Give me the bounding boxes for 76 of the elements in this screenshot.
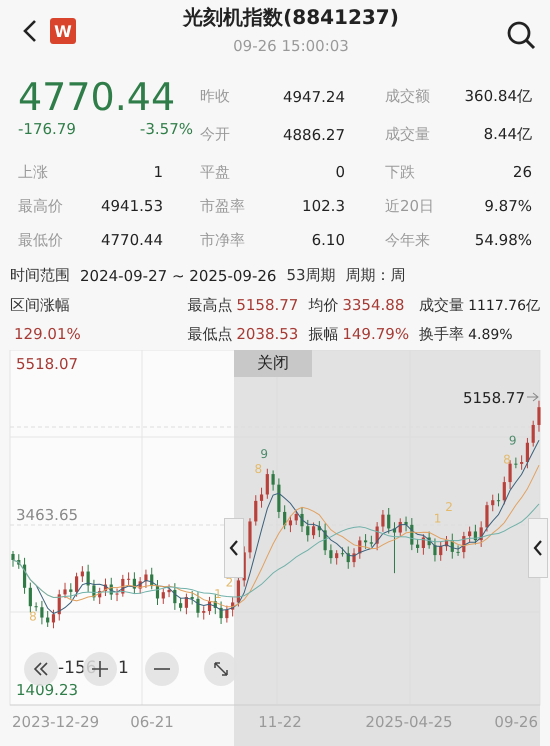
index-title: 光刻机指数(8841237) [183, 4, 399, 31]
stat-value: 1 [153, 163, 163, 181]
stat-label: 市盈率 [200, 196, 246, 216]
stat-value: 26 [512, 163, 532, 181]
signal-marker: 9 [260, 447, 268, 462]
stat-label: 成交量 [385, 125, 431, 144]
signal-marker: 9 [508, 434, 516, 448]
date-label: 06-21 [130, 713, 174, 731]
signal-marker: 8 [254, 462, 262, 476]
stat-label: 今年来 [385, 230, 431, 250]
stat-label: 最低价 [18, 230, 64, 250]
update-time: 09-26 15:00:03 [233, 37, 349, 55]
stat-label: 近20日 [385, 196, 436, 216]
metric-label: 成交量 [419, 296, 464, 315]
signal-marker: 8 [503, 452, 511, 466]
percent-change: -3.57% [140, 120, 193, 138]
period-count: 53周期 [286, 266, 336, 285]
stat-label: 下跌 [385, 162, 416, 182]
stat-label: 最高价 [18, 196, 64, 216]
minus-icon [153, 667, 171, 671]
stat-value: 4947.24 [282, 88, 345, 106]
stat-value: 102.3 [302, 197, 345, 215]
stat-label: 上涨 [18, 162, 49, 182]
date-range: 2024-09-27 ~ 2025-09-26 [80, 266, 276, 284]
metric-label: 最高点 [187, 296, 232, 315]
metric-value: 1117.76亿 [468, 297, 540, 315]
axis-mid-label: 3463.65 [16, 506, 78, 524]
stat-label: 成交额 [385, 87, 431, 106]
last-price: 4770.44 [18, 74, 176, 120]
date-label: 2025-04-25 [365, 713, 453, 731]
stat-label: 昨收 [200, 87, 231, 106]
close-tab[interactable]: 关闭 [234, 350, 312, 377]
metric-value: 2038.53 [236, 325, 298, 343]
date-label: 11-22 [258, 713, 302, 731]
stat-value: 4886.27 [282, 126, 345, 144]
search-icon[interactable] [506, 20, 536, 50]
back-icon[interactable] [22, 19, 38, 43]
axis-min-label: 1409.23 [16, 681, 78, 699]
range-label: 时间范围 [10, 266, 70, 285]
app-logo[interactable]: W [50, 18, 76, 44]
cycle-setting: 周期：周 [346, 266, 406, 285]
metric-value: 3354.88 [342, 296, 404, 314]
date-label: 09-26 [494, 713, 538, 731]
axis-max-label: 5518.07 [16, 355, 78, 373]
metric-value: 4.89% [468, 327, 513, 343]
range-change-value: 129.01% [14, 325, 82, 343]
metric-value: 5158.77 [236, 296, 298, 314]
metric-label: 均价 [308, 296, 338, 315]
right-handle[interactable] [528, 518, 548, 578]
metric-label: 换手率 [419, 325, 464, 344]
stat-value: 4770.44 [100, 231, 163, 249]
signal-marker: 2 [445, 500, 453, 514]
stat-value: 6.10 [312, 231, 345, 249]
left-handle[interactable] [224, 518, 244, 578]
metric-value: 149.79% [342, 325, 410, 343]
stat-label: 平盘 [200, 162, 231, 182]
signal-marker: 8 [29, 609, 37, 624]
date-label: 2023-12-29 [12, 713, 100, 731]
signal-marker: 1 [434, 511, 442, 526]
expand-icon [213, 661, 229, 677]
peak-label: 5158.77 [462, 389, 525, 407]
stat-value: 54.98% [474, 231, 532, 249]
stat-value: 9.87% [484, 197, 532, 215]
stat-value: 360.84亿 [464, 87, 532, 106]
metric-label: 最低点 [187, 325, 232, 344]
range-change-label: 区间涨幅 [10, 296, 71, 315]
stat-value: 4941.53 [100, 197, 163, 215]
stat-label: 市净率 [200, 230, 246, 250]
peak-arrow [526, 392, 539, 402]
stat-value: 8.44亿 [484, 125, 532, 144]
double-chevron-icon [33, 662, 49, 676]
cursor-text: 1 [118, 658, 129, 678]
stat-value: 0 [335, 163, 345, 181]
metric-label: 振幅 [308, 325, 338, 344]
price-change: -176.79 [18, 120, 76, 138]
stat-label: 今开 [200, 125, 231, 144]
